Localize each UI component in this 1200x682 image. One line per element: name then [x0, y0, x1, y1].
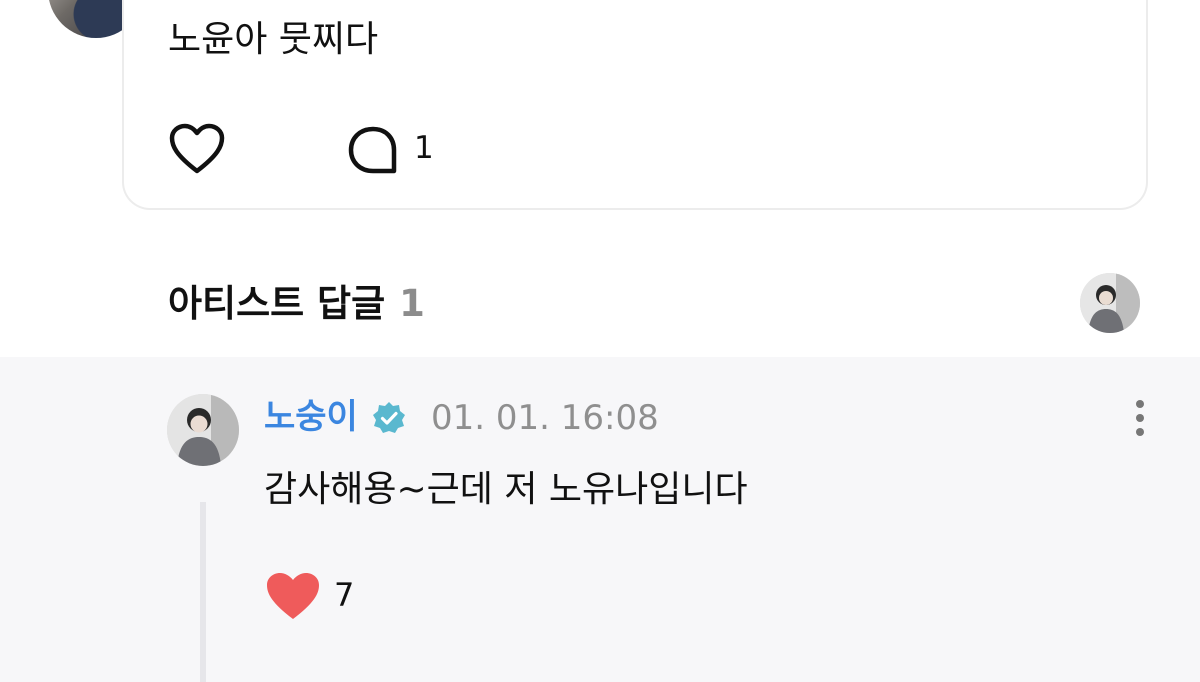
verified-badge-icon — [373, 402, 405, 433]
post-text: 노윤아 뭇찌다 — [168, 19, 379, 60]
reply-avatar-image — [167, 394, 239, 466]
artist-replies-header: 아티스트 답글 1 — [168, 276, 425, 332]
artist-avatar[interactable] — [1080, 273, 1140, 333]
artist-avatar-image — [1080, 273, 1140, 333]
thread-line — [200, 502, 206, 682]
speech-bubble-icon[interactable] — [346, 124, 400, 176]
more-vertical-icon[interactable] — [1128, 398, 1152, 438]
reply-text: 감사해용~근데 저 노유나입니다 — [264, 469, 748, 510]
artist-replies-count: 1 — [399, 282, 425, 325]
reply-author-name[interactable]: 노숭이 — [264, 392, 358, 442]
heart-filled-icon[interactable] — [264, 570, 322, 622]
heart-outline-icon[interactable] — [168, 122, 226, 176]
comment-count: 1 — [414, 130, 434, 166]
reply-author-avatar[interactable] — [167, 394, 239, 466]
reply-timestamp: 01. 01. 16:08 — [431, 398, 659, 438]
reply-like-count: 7 — [334, 576, 355, 614]
artist-replies-title: 아티스트 답글 — [168, 282, 386, 325]
page: 노윤아 뭇찌다 1 아티스트 답글 1 노숭이 01. 01. 16:08 감사… — [0, 0, 1200, 682]
